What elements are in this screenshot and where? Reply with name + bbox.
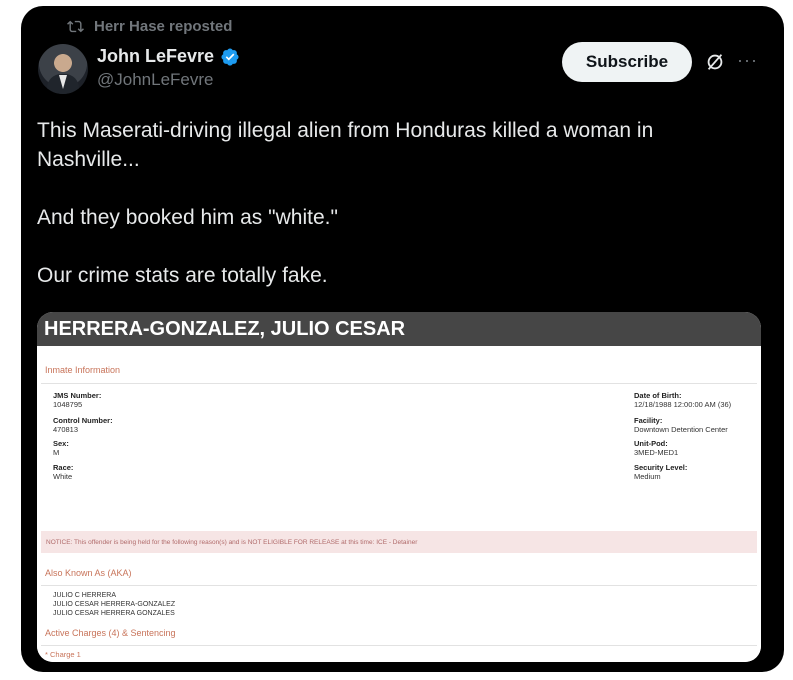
inmate-info-heading: Inmate Information xyxy=(45,365,121,375)
repost-label: Herr Hase reposted xyxy=(94,18,233,35)
aka-list: JULIO C HERRERA JULIO CESAR HERRERA-GONZ… xyxy=(53,592,176,617)
author-name[interactable]: John LeFevre xyxy=(97,46,214,67)
tweet-paragraph: Our crime stats are totally fake. xyxy=(37,264,328,287)
grok-icon[interactable] xyxy=(704,51,726,73)
attached-image[interactable]: HERRERA-GONZALEZ, JULIO CESAR Inmate Inf… xyxy=(37,312,761,662)
field-race: Race: White xyxy=(53,463,74,481)
charges-heading: Active Charges (4) & Sentencing xyxy=(45,628,176,638)
tweet-paragraph: This Maserati-driving illegal alien from… xyxy=(37,119,654,171)
field-facility: Facility: Downtown Detention Center xyxy=(634,416,728,434)
tweet-paragraph: And they booked him as "white." xyxy=(37,206,338,229)
avatar[interactable] xyxy=(38,44,88,94)
tweet-text: This Maserati-driving illegal alien from… xyxy=(37,116,757,290)
verified-badge-icon[interactable] xyxy=(220,47,240,67)
field-unit: Unit-Pod: 3MED-MED1 xyxy=(634,439,679,457)
author-handle[interactable]: @JohnLeFevre xyxy=(97,70,214,90)
release-notice: NOTICE: This offender is being held for … xyxy=(41,531,757,553)
aka-heading: Also Known As (AKA) xyxy=(45,568,132,578)
repost-icon xyxy=(67,20,84,33)
field-dob: Date of Birth: 12/18/1988 12:00:00 AM (36… xyxy=(634,391,732,409)
charge-1-heading: * Charge 1 xyxy=(45,650,81,659)
tweet-card[interactable]: Herr Hase reposted John LeFevre @JohnLeF… xyxy=(21,6,784,672)
field-jms: JMS Number: 1048795 xyxy=(53,391,102,409)
repost-indicator[interactable]: Herr Hase reposted xyxy=(67,18,232,35)
more-options-icon[interactable]: ··· xyxy=(737,50,758,71)
subscribe-button[interactable]: Subscribe xyxy=(562,42,692,82)
field-sex: Sex: M xyxy=(53,439,69,457)
field-security: Security Level: Medium xyxy=(634,463,688,481)
field-control: Control Number: 470813 xyxy=(53,416,113,434)
inmate-name-header: HERRERA-GONZALEZ, JULIO CESAR xyxy=(37,312,761,346)
